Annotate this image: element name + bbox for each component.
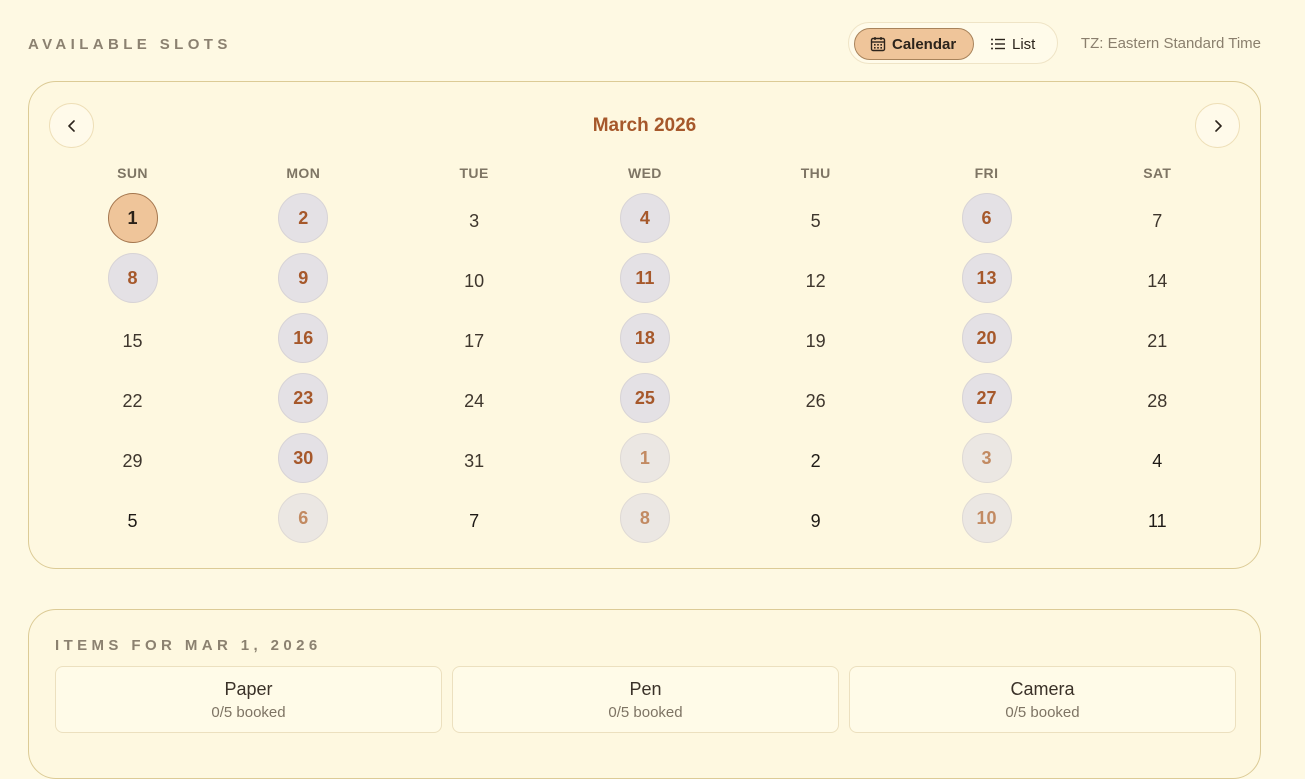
calendar-icon xyxy=(870,37,886,52)
item-card[interactable]: Paper 0/5 booked xyxy=(55,666,442,733)
calendar-day-outside-available[interactable]: 3 xyxy=(961,433,1012,483)
calendar-day: 10 xyxy=(464,270,485,291)
weekday-label: TUE xyxy=(459,165,489,181)
calendar-day: 3 xyxy=(469,210,480,231)
days-grid: 1 2 3 4 5 6 7 8 9 10 11 12 13 14 15 16 17 18 19 20 21 22 23 24 2… xyxy=(49,193,1245,553)
items-card: ITEMS FOR MAR 1, 2026 Paper 0/5 booked Pen… xyxy=(28,609,1261,779)
weekday-label: MON xyxy=(286,165,321,181)
section-title: AVAILABLE SLOTS xyxy=(28,36,232,53)
item-booking-status: 0/5 booked xyxy=(1005,704,1080,721)
calendar-day-available[interactable]: 18 xyxy=(619,313,670,363)
calendar-view-label: Calendar xyxy=(892,35,957,53)
calendar-day-available[interactable]: 20 xyxy=(961,313,1012,363)
item-booking-status: 0/5 booked xyxy=(211,704,286,721)
weekday-label: WED xyxy=(627,165,662,181)
calendar-day-selected[interactable]: 1 xyxy=(107,193,158,243)
calendar-day-available[interactable]: 23 xyxy=(278,373,329,423)
items-title: ITEMS FOR MAR 1, 2026 xyxy=(55,637,322,654)
item-card[interactable]: Pen 0/5 booked xyxy=(452,666,839,733)
calendar-day-outside-available[interactable]: 8 xyxy=(619,493,670,543)
item-name: Camera xyxy=(1010,679,1075,699)
calendar-day-outside-available[interactable]: 6 xyxy=(278,493,329,543)
calendar-view-button[interactable]: Calendar xyxy=(854,28,974,60)
calendar-day: 7 xyxy=(1152,210,1163,231)
weekday-label: SUN xyxy=(117,165,148,181)
calendar-day-available[interactable]: 25 xyxy=(619,373,670,423)
weekday-label: FRI xyxy=(974,165,999,181)
calendar-day-available[interactable]: 4 xyxy=(619,193,670,243)
weekday-label: THU xyxy=(800,165,831,181)
calendar-day-available[interactable]: 6 xyxy=(961,193,1012,243)
list-view-label: List xyxy=(1012,35,1036,53)
calendar-day-outside: 4 xyxy=(1152,450,1163,471)
item-card[interactable]: Camera 0/5 booked xyxy=(849,666,1236,733)
month-title: March 2026 xyxy=(592,115,697,136)
calendar-day-outside: 9 xyxy=(810,510,821,531)
calendar-day-available[interactable]: 16 xyxy=(278,313,329,363)
calendar-day: 19 xyxy=(805,330,826,351)
calendar-day: 28 xyxy=(1147,390,1168,411)
view-toggle: Calendar List xyxy=(848,22,1058,64)
item-name: Paper xyxy=(224,679,273,699)
calendar-day-outside-available[interactable]: 10 xyxy=(961,493,1012,543)
calendar-day-available[interactable]: 11 xyxy=(619,253,670,303)
calendar-day-available[interactable]: 9 xyxy=(278,253,329,303)
top-bar: AVAILABLE SLOTS Calendar List TZ: Easter… xyxy=(28,22,1261,66)
next-month-button[interactable] xyxy=(1195,103,1240,148)
calendar-day: 26 xyxy=(805,390,826,411)
calendar-day: 17 xyxy=(464,330,485,351)
calendar-day: 12 xyxy=(805,270,826,291)
list-icon xyxy=(991,38,1005,50)
calendar-card: March 2026 SUN MON TUE WED THU FRI SAT 1234567… xyxy=(28,81,1261,569)
weekday-header-row: SUN MON TUE WED THU FRI SAT xyxy=(49,165,1245,185)
item-booking-status: 0/5 booked xyxy=(608,704,683,721)
calendar-day-available[interactable]: 2 xyxy=(278,193,329,243)
calendar-day: 15 xyxy=(122,330,143,351)
calendar-day-outside: 2 xyxy=(810,450,821,471)
calendar-day-available[interactable]: 13 xyxy=(961,253,1012,303)
item-name: Pen xyxy=(629,679,662,699)
calendar-day: 22 xyxy=(122,390,143,411)
weekday-label: SAT xyxy=(1143,165,1172,181)
list-view-button[interactable]: List xyxy=(987,28,1049,60)
calendar-day-outside: 7 xyxy=(469,510,480,531)
calendar-day-outside: 11 xyxy=(1147,510,1167,531)
calendar-day: 29 xyxy=(122,450,143,471)
calendar-day: 5 xyxy=(810,210,821,231)
timezone-label: TZ: Eastern Standard Time xyxy=(1080,35,1261,52)
calendar-day-available[interactable]: 27 xyxy=(961,373,1012,423)
calendar-day-outside-available[interactable]: 1 xyxy=(619,433,670,483)
calendar-day-outside: 5 xyxy=(127,510,138,531)
chevron-right-icon xyxy=(1214,119,1222,132)
calendar-day-available[interactable]: 8 xyxy=(107,253,158,303)
calendar-day-available[interactable]: 30 xyxy=(278,433,329,483)
calendar-day: 24 xyxy=(464,390,485,411)
calendar-day: 31 xyxy=(464,450,485,471)
calendar-day: 14 xyxy=(1147,270,1168,291)
calendar-day: 21 xyxy=(1147,330,1168,351)
